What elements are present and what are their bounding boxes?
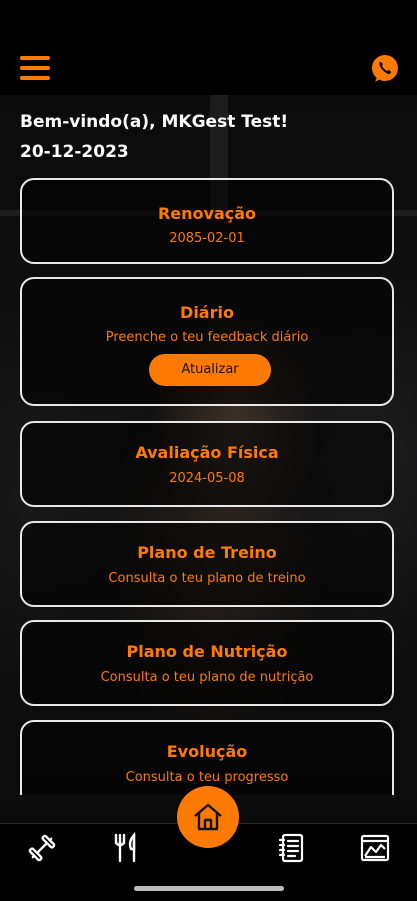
card-title: Evolução: [166, 742, 248, 761]
card-subtitle: Preenche o teu feedback diário: [105, 330, 309, 345]
card-evolucao[interactable]: Evolução Consulta o teu progresso: [20, 720, 394, 795]
card-subtitle: Consulta o teu plano de treino: [108, 571, 306, 586]
dumbbell-icon[interactable]: [26, 832, 58, 864]
home-icon: [194, 803, 222, 831]
notebook-icon[interactable]: [276, 832, 308, 864]
card-subtitle: 2085-02-01: [169, 231, 245, 246]
chart-icon[interactable]: [359, 832, 391, 864]
fork-knife-icon[interactable]: [110, 832, 142, 864]
current-date: 20-12-2023: [20, 142, 129, 162]
whatsapp-icon[interactable]: [369, 53, 401, 85]
card-title: Diário: [180, 303, 234, 322]
home-button[interactable]: [177, 786, 239, 848]
card-plano-treino[interactable]: Plano de Treino Consulta o teu plano de …: [20, 521, 394, 607]
card-subtitle: 2024-05-08: [169, 471, 245, 486]
card-title: Plano de Treino: [137, 543, 277, 562]
card-avaliacao-fisica[interactable]: Avaliação Física 2024-05-08: [20, 421, 394, 507]
home-indicator: [134, 886, 284, 891]
cards-scroll-area[interactable]: Renovação 2085-02-01 Diário Preenche o t…: [0, 175, 417, 795]
welcome-text: Bem-vindo(a), MKGest Test!: [20, 112, 289, 132]
card-renovacao[interactable]: Renovação 2085-02-01: [20, 178, 394, 264]
card-plano-nutricao[interactable]: Plano de Nutrição Consulta o teu plano d…: [20, 620, 394, 706]
card-title: Avaliação Física: [135, 443, 279, 462]
card-title: Plano de Nutrição: [126, 642, 288, 661]
card-title: Renovação: [157, 204, 257, 223]
update-button[interactable]: Atualizar: [149, 354, 271, 386]
hamburger-menu-icon[interactable]: [20, 56, 50, 80]
card-subtitle: Consulta o teu plano de nutrição: [100, 670, 314, 685]
card-diario[interactable]: Diário Preenche o teu feedback diário At…: [20, 277, 394, 406]
card-subtitle: Consulta o teu progresso: [125, 770, 289, 785]
top-bar: [0, 0, 417, 95]
